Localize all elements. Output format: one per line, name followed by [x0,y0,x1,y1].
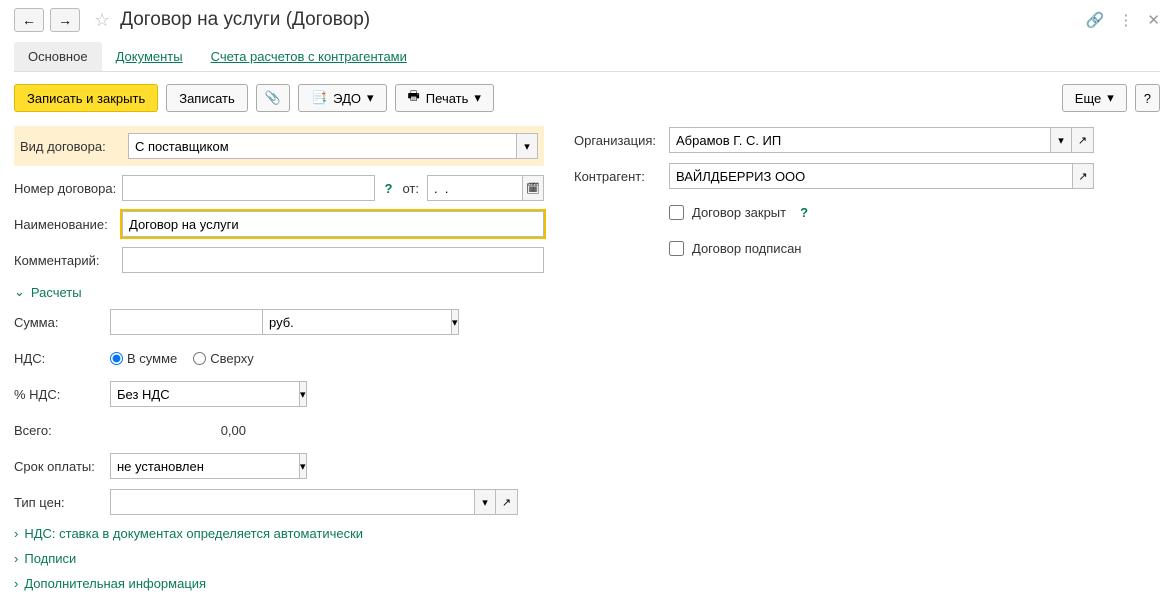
open-icon: ↗ [1078,170,1087,183]
currency-input[interactable] [262,309,451,335]
help-button[interactable]: ? [1135,84,1160,112]
payment-term-dropdown[interactable]: ▾ [299,453,307,479]
calendar-button[interactable]: 🗓 [522,175,544,201]
payment-term-input[interactable] [110,453,299,479]
edo-button[interactable]: 📑 ЭДО ▾ [298,84,387,112]
more-label: Еще [1075,91,1101,106]
close-icon[interactable]: ✕ [1147,11,1160,29]
org-open[interactable]: ↗ [1072,127,1094,153]
section-signatures[interactable]: Подписи [14,551,544,566]
section-additional-label: Дополнительная информация [24,576,206,591]
org-label: Организация: [574,133,669,148]
name-label: Наименование: [14,217,122,232]
paperclip-icon: 📎 [265,90,281,106]
name-input[interactable] [122,211,544,237]
nds-on-top-option[interactable]: Сверху [193,351,253,366]
comment-label: Комментарий: [14,253,122,268]
contract-type-dropdown[interactable]: ▾ [516,133,538,159]
more-button[interactable]: Еще ▾ [1062,84,1127,112]
date-input[interactable] [427,175,522,201]
org-dropdown[interactable]: ▾ [1050,127,1072,153]
price-type-open[interactable]: ↗ [496,489,518,515]
section-signatures-label: Подписи [24,551,76,566]
star-icon[interactable]: ☆ [94,10,110,31]
nds-pct-dropdown[interactable]: ▾ [299,381,307,407]
number-input[interactable] [122,175,375,201]
contract-type-combo[interactable]: ▾ [128,133,538,159]
nds-on-top-radio[interactable] [193,352,206,365]
date-field[interactable]: 🗓 [427,175,544,201]
counterparty-open[interactable]: ↗ [1072,163,1094,189]
chevron-down-icon: ▾ [474,90,481,106]
back-button[interactable]: ← [14,8,44,32]
tabs: Основное Документы Счета расчетов с конт… [14,42,1160,72]
chevron-down-icon: ▾ [367,90,374,106]
contract-type-label: Вид договора: [20,139,128,154]
tab-main[interactable]: Основное [14,42,102,71]
open-icon: ↗ [502,496,511,509]
closed-checkbox[interactable] [669,205,684,220]
total-value: 0,00 [110,423,252,438]
printer-icon: 🖶 [408,87,420,109]
edo-icon: 📑 [311,90,327,106]
nds-in-sum-radio[interactable] [110,352,123,365]
calendar-icon: 🗓 [526,182,540,195]
nds-label: НДС: [14,351,110,366]
section-nds-auto-label: НДС: ставка в документах определяется ав… [24,526,363,541]
signed-label: Договор подписан [692,241,801,256]
nds-pct-input[interactable] [110,381,299,407]
price-type-label: Тип цен: [14,495,110,510]
total-label: Всего: [14,423,110,438]
kebab-icon[interactable]: ⋮ [1118,11,1133,29]
payment-term-label: Срок оплаты: [14,459,110,474]
section-calc-label: Расчеты [31,285,82,300]
chevron-down-icon: ▾ [1107,90,1114,106]
closed-label: Договор закрыт [692,205,786,220]
nds-pct-label: % НДС: [14,387,110,402]
section-nds-auto[interactable]: НДС: ставка в документах определяется ав… [14,526,544,541]
price-type-input[interactable] [110,489,474,515]
print-label: Печать [426,91,469,106]
number-help[interactable]: ? [385,181,393,196]
nds-in-sum-option[interactable]: В сумме [110,351,177,366]
tab-accounts[interactable]: Счета расчетов с контрагентами [197,42,421,71]
link-icon[interactable]: 🔗 [1086,11,1105,29]
open-icon: ↗ [1078,134,1087,147]
counterparty-label: Контрагент: [574,169,669,184]
attach-button[interactable]: 📎 [256,84,290,112]
section-calc[interactable]: Расчеты [14,284,544,300]
comment-input[interactable] [122,247,544,273]
nds-on-top-label: Сверху [210,351,253,366]
section-additional[interactable]: Дополнительная информация [14,576,544,591]
price-type-dropdown[interactable]: ▾ [474,489,496,515]
forward-button[interactable]: → [50,8,80,32]
edo-label: ЭДО [333,91,361,106]
counterparty-input[interactable] [669,163,1072,189]
from-label: от: [402,181,419,196]
signed-checkbox[interactable] [669,241,684,256]
save-close-button[interactable]: Записать и закрыть [14,84,158,112]
sum-label: Сумма: [14,315,110,330]
print-button[interactable]: 🖶 Печать ▾ [395,84,494,112]
page-title: Договор на услуги (Договор) [120,9,370,31]
closed-help[interactable]: ? [800,205,808,220]
nds-in-sum-label: В сумме [127,351,177,366]
save-button[interactable]: Записать [166,84,248,112]
currency-dropdown[interactable]: ▾ [451,309,459,335]
contract-type-input[interactable] [128,133,516,159]
number-label: Номер договора: [14,181,122,196]
tab-documents[interactable]: Документы [102,42,197,71]
org-input[interactable] [669,127,1050,153]
